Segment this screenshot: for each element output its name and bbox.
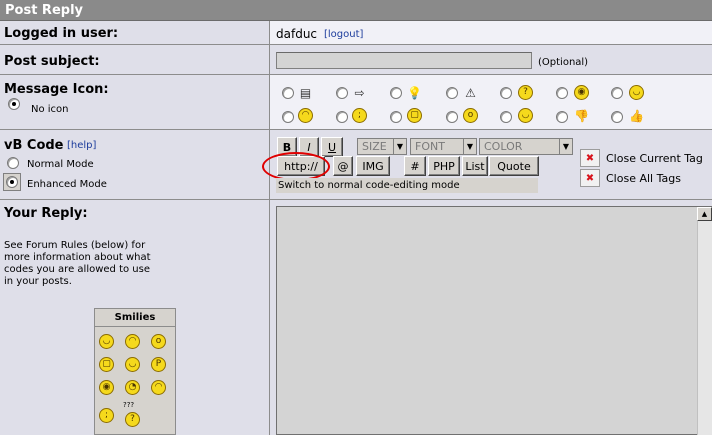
rolleyes-icon[interactable]: ◔	[125, 380, 140, 395]
icon-radio-7[interactable]	[611, 87, 623, 99]
email-button[interactable]: @	[333, 156, 353, 176]
color-select-value: COLOR	[484, 140, 523, 153]
cool-icon[interactable]: ◉	[99, 380, 114, 395]
smilies-title: Smilies	[95, 309, 175, 327]
mode-status-text: Switch to normal code-editing mode	[276, 178, 538, 193]
icon-radio-13[interactable]	[556, 111, 568, 123]
happy-icon[interactable]: ◡	[125, 357, 140, 372]
icon-radio-12[interactable]	[500, 111, 512, 123]
confused-icon[interactable]: ?	[125, 412, 140, 427]
icon-radio-8[interactable]	[282, 111, 294, 123]
mad-icon[interactable]: ◠	[151, 380, 166, 395]
enhanced-mode-label: Enhanced Mode	[27, 179, 107, 190]
normal-mode-label: Normal Mode	[27, 159, 94, 170]
reply-help-line-1: See Forum Rules (below) for	[4, 240, 146, 251]
vbcode-help-link[interactable]: [help]	[67, 140, 96, 151]
surprised-icon[interactable]: o	[151, 334, 166, 349]
your-reply-label: Your Reply:	[4, 206, 88, 221]
wink-icon[interactable]: ;	[99, 408, 114, 423]
document-icon: ▤	[299, 85, 312, 100]
icon-radio-14[interactable]	[611, 111, 623, 123]
icon-radio-4[interactable]	[446, 87, 458, 99]
reply-help-line-3: codes you are allowed to use	[4, 264, 150, 275]
scroll-up-icon[interactable]: ▲	[697, 207, 712, 221]
close-current-tag-label[interactable]: Close Current Tag	[606, 152, 703, 165]
font-select[interactable]: FONT ▼	[410, 138, 477, 155]
list-button[interactable]: List	[462, 156, 488, 176]
icon-radio-9[interactable]	[336, 111, 348, 123]
reply-help-line-4: in your posts.	[4, 276, 72, 287]
reply-textarea[interactable]	[276, 206, 712, 435]
reply-scrollbar[interactable]	[697, 207, 712, 435]
vbcode-label: vB Code	[4, 138, 64, 153]
cool-face-icon: ◉	[574, 85, 589, 100]
close-all-tags-label[interactable]: Close All Tags	[606, 172, 681, 185]
tongue-icon[interactable]: P	[151, 357, 166, 372]
icon-radio-1[interactable]	[282, 87, 294, 99]
grin-face-icon: ▢	[407, 108, 422, 123]
post-reply-header: Post Reply	[0, 0, 712, 21]
underline-button[interactable]: U	[321, 137, 343, 157]
chevron-down-icon: ▼	[559, 139, 572, 154]
arrow-icon: ⇨	[354, 85, 365, 100]
image-button[interactable]: IMG	[356, 156, 390, 176]
icon-radio-11[interactable]	[446, 111, 458, 123]
icon-radio-10[interactable]	[390, 111, 402, 123]
close-current-tag-icon[interactable]: ✖	[580, 149, 600, 167]
subject-optional-hint: (Optional)	[538, 57, 589, 68]
size-select-value: SIZE	[362, 140, 387, 153]
enhanced-mode-radio[interactable]	[6, 176, 18, 188]
confused-label: ???	[123, 401, 135, 409]
grin-icon[interactable]: ▢	[99, 357, 114, 372]
php-button[interactable]: PHP	[428, 156, 460, 176]
icon-radio-2[interactable]	[336, 87, 348, 99]
quote-button[interactable]: Quote	[489, 156, 539, 176]
no-icon-radio[interactable]	[8, 98, 20, 110]
icon-radio-3[interactable]	[390, 87, 402, 99]
logged-in-label: Logged in user:	[4, 26, 119, 41]
username: dafduc	[276, 27, 318, 41]
post-subject-label: Post subject:	[4, 54, 100, 69]
code-button[interactable]: #	[404, 156, 426, 176]
smile-face-icon: ◡	[629, 85, 644, 100]
message-icon-value-cell	[270, 75, 712, 130]
warning-icon: ⚠	[465, 85, 476, 100]
reply-help-line-2: more information about what	[4, 252, 151, 263]
logout-link[interactable]: [logout]	[324, 29, 363, 40]
surprised-face-icon: o	[463, 108, 478, 123]
chevron-down-icon: ▼	[393, 139, 406, 154]
font-select-value: FONT	[415, 140, 445, 153]
normal-mode-radio[interactable]	[7, 157, 19, 169]
column-divider	[269, 21, 270, 435]
thumbs-up-icon: 👍	[629, 108, 644, 123]
close-all-tags-icon[interactable]: ✖	[580, 169, 600, 187]
size-select[interactable]: SIZE ▼	[357, 138, 407, 155]
thumbs-down-icon: 👎	[574, 108, 589, 123]
color-select[interactable]: COLOR ▼	[479, 138, 573, 155]
wink-face-icon: ;	[352, 108, 367, 123]
icon-radio-5[interactable]	[500, 87, 512, 99]
frown-face-icon: ◠	[298, 108, 313, 123]
happy-face-icon: ◡	[518, 108, 533, 123]
message-icon-label: Message Icon:	[4, 82, 109, 97]
chevron-down-icon: ▼	[463, 139, 476, 154]
icon-radio-6[interactable]	[556, 87, 568, 99]
highlight-circle	[262, 152, 330, 181]
lightbulb-icon: 💡	[407, 85, 422, 100]
question-face-icon: ?	[518, 85, 533, 100]
post-subject-input[interactable]	[276, 52, 532, 69]
no-icon-label: No icon	[31, 104, 69, 115]
smile-icon[interactable]: ◡	[99, 334, 114, 349]
frown-icon[interactable]: ◠	[125, 334, 140, 349]
